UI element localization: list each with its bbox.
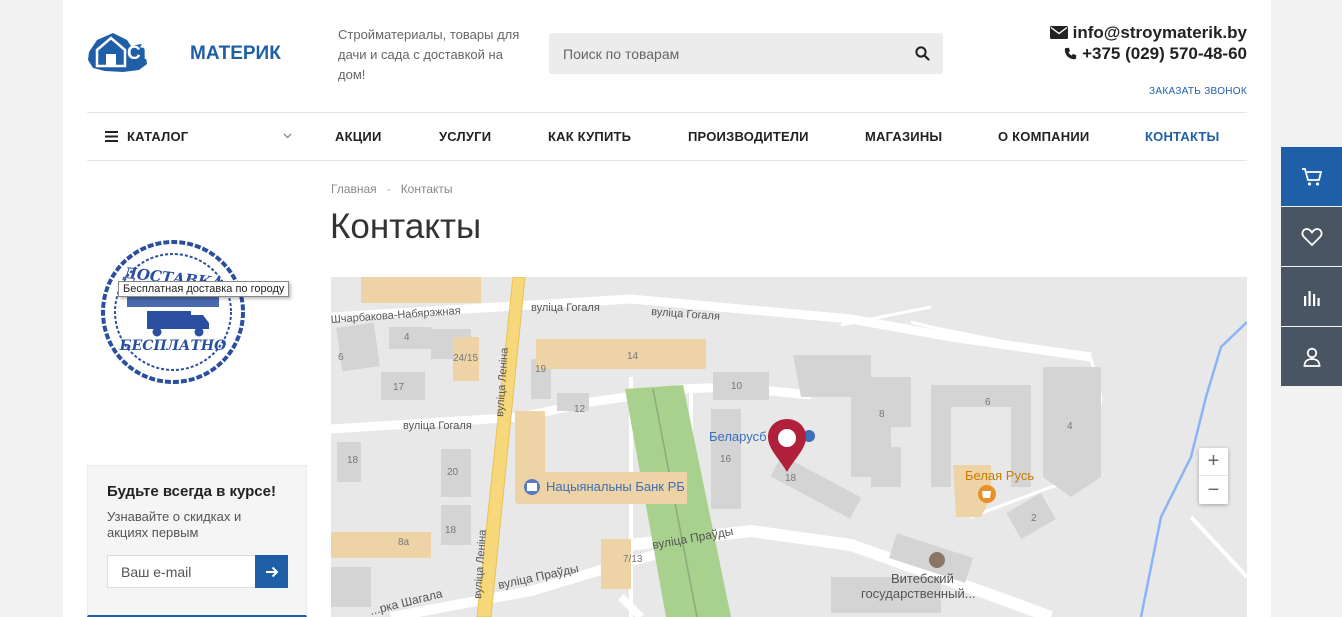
zoom-in-button[interactable]: + bbox=[1199, 448, 1228, 476]
phone-icon bbox=[1064, 47, 1077, 60]
subscribe-box: Будьте всегда в курсе! Узнавайте о скидк… bbox=[87, 465, 307, 617]
site-logo[interactable]: СТРОЙ МАТЕРИК bbox=[87, 30, 293, 76]
breadcrumb: Главная - Контакты bbox=[331, 182, 453, 196]
nav-item-o-kompanii[interactable]: О КОМПАНИИ bbox=[998, 113, 1089, 160]
map-poi-cafe[interactable]: Белая Русь bbox=[965, 468, 1034, 483]
banner-stamp-bottom: БЕСПЛАТНО bbox=[119, 338, 227, 354]
map[interactable]: Шчарбакова-Набярэжная вуліца Гогаля вулі… bbox=[331, 277, 1247, 617]
breadcrumb-separator: - bbox=[386, 182, 391, 196]
page-title: Контакты bbox=[330, 207, 482, 246]
header-email[interactable]: info@stroymaterik.by bbox=[1049, 22, 1247, 43]
map-label-building: 20 bbox=[447, 467, 459, 478]
location-pin-icon[interactable] bbox=[768, 419, 806, 472]
logo-text-part1: СТРОЙ bbox=[127, 42, 193, 64]
map-label-building: 2 bbox=[1031, 513, 1037, 524]
compare-button[interactable] bbox=[1281, 267, 1342, 326]
cart-icon bbox=[1301, 167, 1322, 186]
account-button[interactable] bbox=[1281, 327, 1342, 386]
main-nav: КАТАЛОГ АКЦИИ УСЛУГИ КАК КУПИТЬ ПРОИЗВОД… bbox=[87, 112, 1247, 161]
nav-item-kak-kupit[interactable]: КАК КУПИТЬ bbox=[548, 113, 631, 160]
map-poi-university-line2: государственный... bbox=[861, 586, 976, 601]
email-field[interactable] bbox=[107, 555, 255, 588]
map-label-building: 6 bbox=[985, 397, 991, 408]
map-label-building: 16 bbox=[720, 454, 732, 465]
map-label-building: 17 bbox=[393, 382, 405, 393]
chevron-down-icon bbox=[283, 133, 292, 139]
map-poi-bank[interactable]: Нацыянальны Банк РБ bbox=[546, 479, 685, 494]
map-label-building: 4 bbox=[404, 332, 410, 343]
page: СТРОЙ МАТЕРИК Стройматериалы, товары для… bbox=[63, 0, 1271, 617]
phone-link[interactable]: +375 (029) 570-48-60 bbox=[1082, 43, 1247, 64]
search-button[interactable] bbox=[907, 39, 937, 68]
search-box bbox=[549, 33, 943, 74]
cart-button[interactable] bbox=[1281, 147, 1342, 206]
site-tagline: Стройматериалы, товары для дачи и сада с… bbox=[338, 27, 520, 82]
map-label-street: вуліца Гогаля bbox=[403, 420, 472, 432]
search-input[interactable] bbox=[563, 33, 893, 74]
map-label-building: 18 bbox=[347, 455, 359, 466]
hamburger-icon bbox=[105, 131, 118, 142]
map-label-building: 7/13 bbox=[623, 554, 643, 565]
breadcrumb-home[interactable]: Главная bbox=[331, 182, 377, 196]
map-label-building: 19 bbox=[535, 364, 547, 375]
subscribe-form bbox=[107, 555, 288, 588]
free-delivery-banner[interactable]: ДОСТАВКА БЕСПЛАТНО bbox=[87, 183, 307, 445]
map-label-building: 6 bbox=[338, 352, 344, 363]
email-link[interactable]: info@stroymaterik.by bbox=[1073, 22, 1247, 43]
zoom-out-button[interactable]: − bbox=[1199, 476, 1228, 504]
heart-icon bbox=[1301, 227, 1322, 246]
header-contacts: info@stroymaterik.by +375 (029) 570-48-6… bbox=[1049, 22, 1247, 64]
map-label-building: 18 bbox=[785, 473, 797, 484]
map-poi-belarusbank[interactable]: Беларусб bbox=[709, 429, 767, 444]
map-label-building: 10 bbox=[731, 381, 743, 392]
subscribe-title: Будьте всегда в курсе! bbox=[107, 483, 276, 500]
arrow-right-icon bbox=[265, 566, 278, 577]
order-call-link[interactable]: ЗАКАЗАТЬ ЗВОНОК bbox=[1149, 86, 1247, 97]
map-label-building: 8 bbox=[879, 409, 885, 420]
favorites-button[interactable] bbox=[1281, 207, 1342, 266]
nav-catalog[interactable]: КАТАЛОГ bbox=[105, 113, 188, 160]
nav-item-kontakty[interactable]: КОНТАКТЫ bbox=[1145, 113, 1219, 160]
map-label-building: 18 bbox=[445, 525, 457, 536]
nav-item-uslugi[interactable]: УСЛУГИ bbox=[439, 113, 491, 160]
map-label-building: 4 bbox=[1067, 421, 1073, 432]
map-zoom-controls: + − bbox=[1199, 448, 1228, 504]
map-poi-university[interactable]: Витебский bbox=[891, 571, 954, 586]
subscribe-button[interactable] bbox=[255, 555, 288, 588]
search-icon bbox=[914, 46, 930, 61]
nav-catalog-label: КАТАЛОГ bbox=[127, 129, 189, 144]
map-label-street: Шчарбакова-Набярэжная bbox=[331, 305, 461, 326]
header-phone[interactable]: +375 (029) 570-48-60 bbox=[1050, 43, 1247, 64]
map-label-street: вуліца Гогаля bbox=[531, 302, 600, 314]
user-icon bbox=[1303, 347, 1320, 367]
envelope-icon bbox=[1049, 26, 1068, 39]
floating-action-panel bbox=[1281, 147, 1342, 387]
map-label-building: 24/15 bbox=[453, 353, 478, 364]
map-label-building: 8а bbox=[398, 537, 410, 548]
nav-item-magaziny[interactable]: МАГАЗИНЫ bbox=[865, 113, 942, 160]
breadcrumb-current: Контакты bbox=[400, 182, 453, 196]
nav-item-akcii[interactable]: АКЦИИ bbox=[335, 113, 382, 160]
subscribe-text: Узнавайте о скидках и акциях первым bbox=[107, 509, 242, 540]
map-label-building: 12 bbox=[574, 404, 586, 415]
logo-text-part2: МАТЕРИК bbox=[190, 43, 281, 64]
map-label-building: 14 bbox=[627, 351, 639, 362]
bar-chart-icon bbox=[1303, 290, 1320, 306]
nav-item-proizvoditeli[interactable]: ПРОИЗВОДИТЕЛИ bbox=[688, 113, 809, 160]
banner-tooltip: Бесплатная доставка по городу bbox=[118, 281, 290, 297]
